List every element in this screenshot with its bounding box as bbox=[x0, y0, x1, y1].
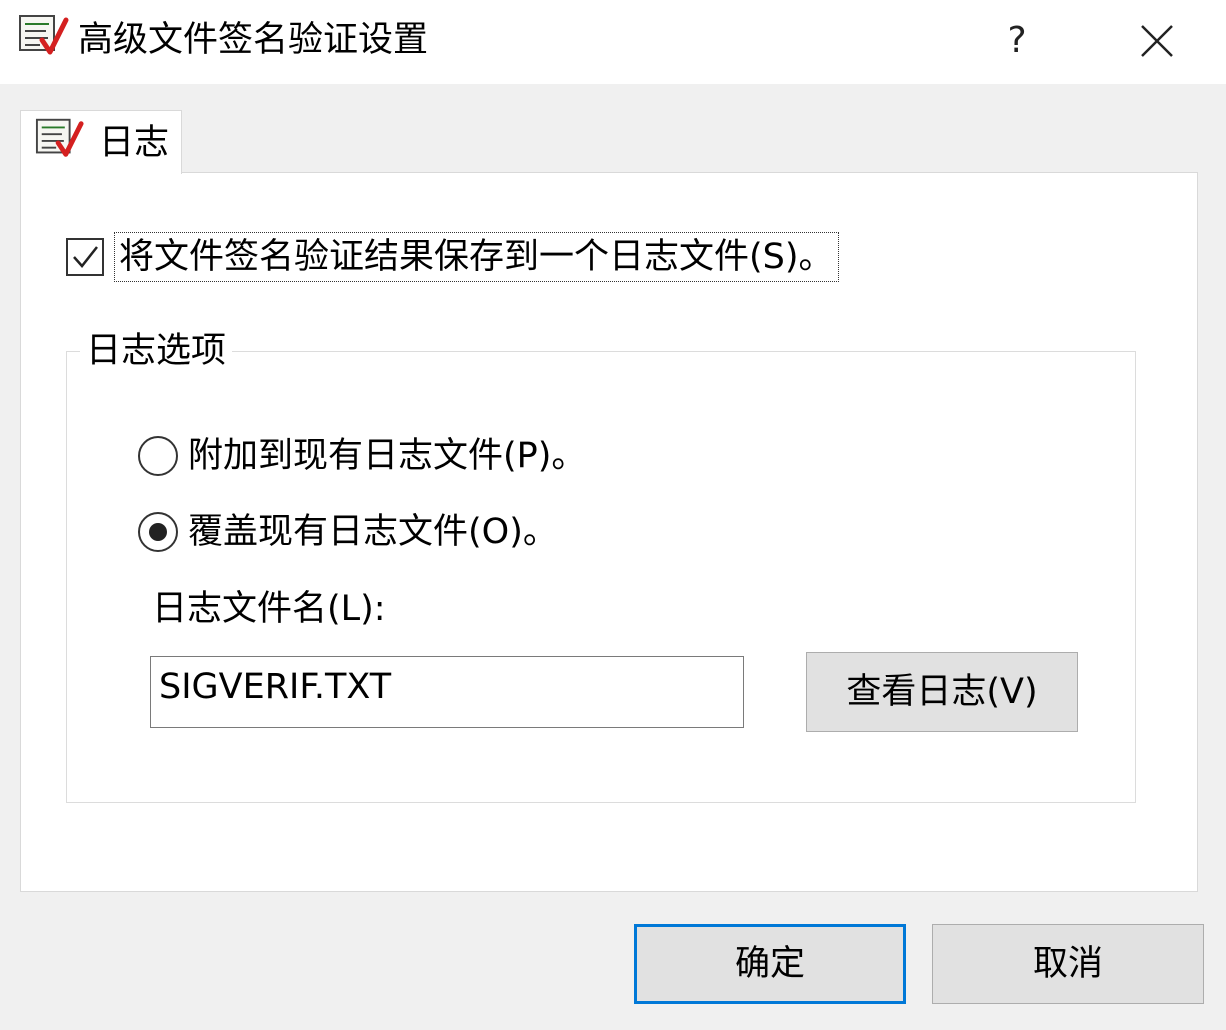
view-log-button[interactable]: 查看日志(V) bbox=[806, 652, 1078, 732]
title-bar: 高级文件签名验证设置 ? bbox=[0, 0, 1226, 84]
filename-input[interactable] bbox=[150, 656, 744, 728]
ok-button[interactable]: 确定 bbox=[634, 924, 906, 1004]
document-check-icon bbox=[19, 15, 69, 55]
save-log-checkbox[interactable] bbox=[66, 238, 104, 276]
cancel-button[interactable]: 取消 bbox=[932, 924, 1204, 1004]
window-title: 高级文件签名验证设置 bbox=[78, 20, 429, 60]
check-mark-icon bbox=[73, 246, 98, 268]
radio-selected-dot bbox=[149, 523, 167, 541]
tab-label: 日志 bbox=[99, 123, 170, 163]
tab-log[interactable]: 日志 bbox=[20, 110, 182, 174]
help-button[interactable]: ? bbox=[986, 12, 1048, 70]
log-options-group bbox=[66, 351, 1136, 803]
close-icon[interactable] bbox=[1126, 12, 1188, 70]
append-radio[interactable] bbox=[138, 436, 178, 476]
overwrite-label[interactable]: 覆盖现有日志文件(O)。 bbox=[188, 510, 558, 554]
append-label[interactable]: 附加到现有日志文件(P)。 bbox=[188, 434, 586, 478]
overwrite-radio[interactable] bbox=[138, 512, 178, 552]
document-check-icon bbox=[35, 118, 84, 157]
filename-label: 日志文件名(L): bbox=[152, 589, 386, 629]
save-log-label[interactable]: 将文件签名验证结果保存到一个日志文件(S)。 bbox=[114, 232, 839, 282]
log-options-legend: 日志选项 bbox=[80, 328, 233, 374]
